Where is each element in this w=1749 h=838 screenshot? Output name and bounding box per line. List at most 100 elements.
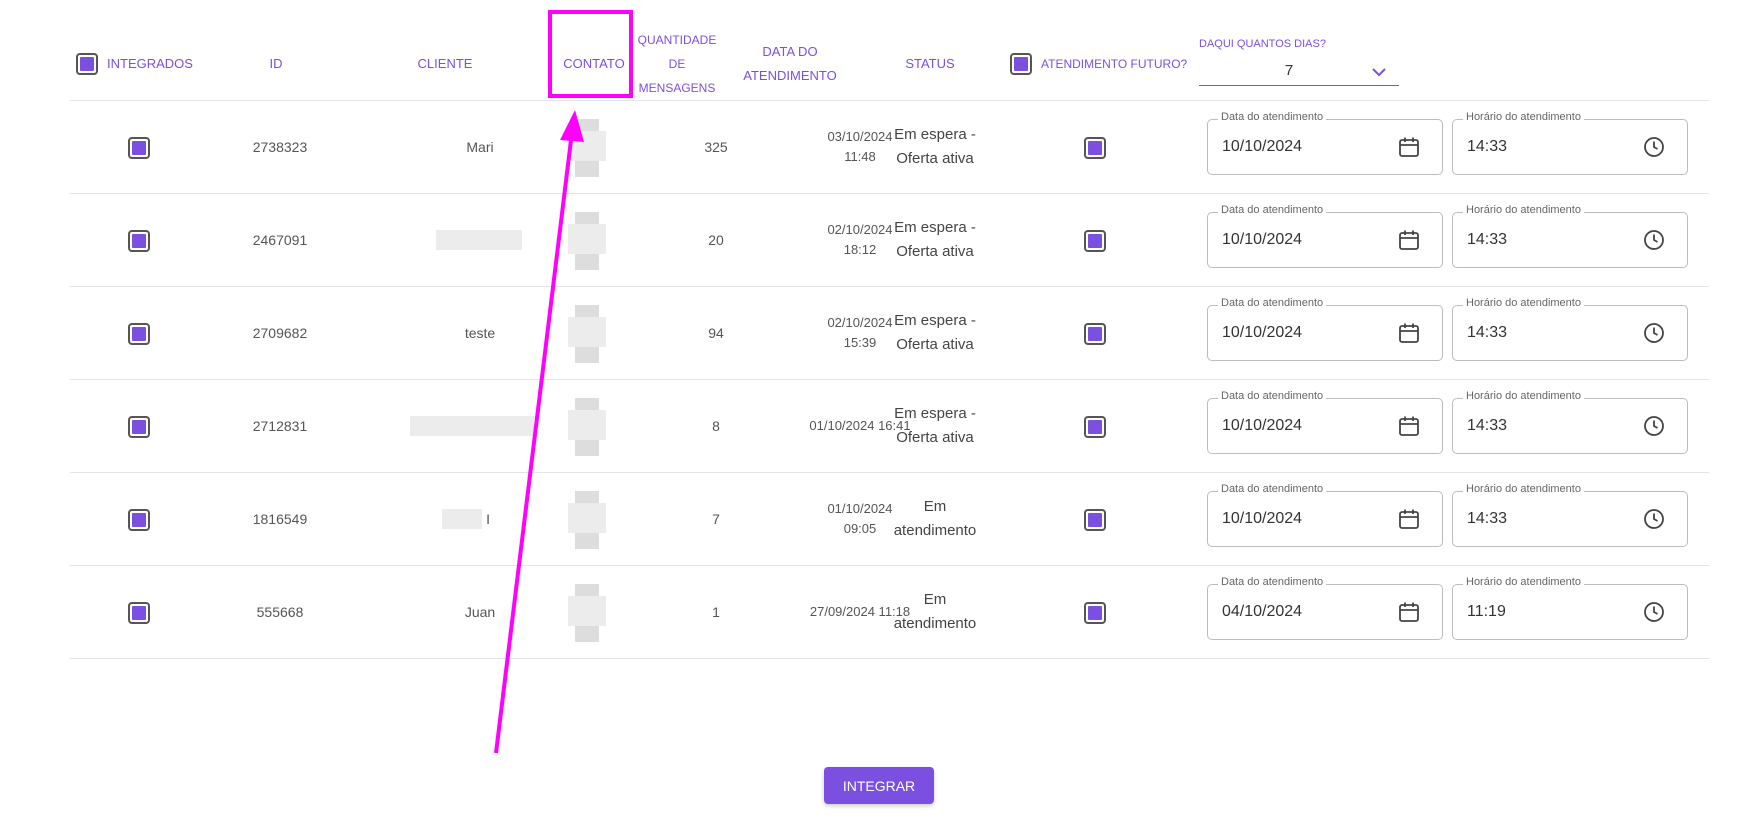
- integrado-checkbox[interactable]: [128, 137, 150, 159]
- horario-atendimento-label: Horário do atendimento: [1463, 204, 1584, 216]
- data-atendimento-value: 04/10/2024: [1222, 603, 1303, 620]
- calendar-icon[interactable]: [1398, 601, 1420, 623]
- header-atendimento-futuro: ATENDIMENTO FUTURO?: [1041, 57, 1188, 71]
- horario-atendimento-field[interactable]: Horário do atendimento 14:33: [1452, 297, 1688, 361]
- clock-icon[interactable]: [1643, 136, 1665, 158]
- atendimento-futuro-checkbox[interactable]: [1084, 509, 1106, 531]
- daqui-quantos-dias-select[interactable]: 7: [1199, 60, 1399, 86]
- horario-atendimento-value: 14:33: [1467, 510, 1508, 527]
- integrado-checkbox[interactable]: [128, 230, 150, 252]
- integrado-checkbox[interactable]: [128, 323, 150, 345]
- horario-atendimento-label: Horário do atendimento: [1463, 111, 1584, 123]
- row-quantidade: 8: [712, 418, 720, 434]
- header-id: ID: [269, 56, 283, 71]
- atendimento-futuro-checkbox[interactable]: [1084, 323, 1106, 345]
- row-cliente: Mari: [466, 139, 494, 155]
- daqui-quantos-dias-value: 7: [1284, 62, 1294, 79]
- row-id: 555668: [256, 604, 304, 620]
- data-atendimento-field[interactable]: Data do atendimento 10/10/2024: [1207, 483, 1443, 547]
- row-cliente: Juan: [464, 604, 496, 620]
- table-header: INTEGRADOS ID CLIENTE CONTATO QUANTIDADE…: [0, 0, 1749, 100]
- row-id: 2738323: [252, 139, 308, 155]
- table-row: 2467091 Letícia I 20 02/10/2024 18:12 Em…: [70, 193, 1709, 286]
- table-row: 1816549 Flip I 7 01/10/2024 09:05 Em ate…: [70, 472, 1709, 565]
- atendimento-futuro-checkbox[interactable]: [1084, 137, 1106, 159]
- redacted-contato-edge: [568, 410, 606, 440]
- horario-atendimento-value: 14:33: [1467, 231, 1508, 248]
- redacted-contato-edge: [568, 596, 606, 626]
- select-all-integrados-checkbox[interactable]: [76, 53, 98, 75]
- horario-atendimento-field[interactable]: Horário do atendimento 11:19: [1452, 576, 1688, 640]
- row-id: 1816549: [252, 511, 308, 527]
- data-atendimento-value: 10/10/2024: [1222, 417, 1303, 434]
- horario-atendimento-field[interactable]: Horário do atendimento 14:33: [1452, 483, 1688, 547]
- horario-atendimento-label: Horário do atendimento: [1463, 576, 1584, 588]
- clock-icon[interactable]: [1643, 508, 1665, 530]
- redacted-cliente: [436, 230, 522, 250]
- horario-atendimento-value: 11:19: [1467, 603, 1506, 620]
- row-id: 2712831: [252, 418, 308, 434]
- data-atendimento-value: 10/10/2024: [1222, 138, 1303, 155]
- row-quantidade: 94: [708, 325, 724, 341]
- row-quantidade: 325: [704, 139, 728, 155]
- calendar-icon[interactable]: [1398, 415, 1420, 437]
- data-atendimento-field[interactable]: Data do atendimento 10/10/2024: [1207, 297, 1443, 361]
- data-atendimento-field[interactable]: Data do atendimento 04/10/2024: [1207, 576, 1443, 640]
- row-status: Em espera - Oferta ativa: [894, 219, 976, 260]
- integrado-checkbox[interactable]: [128, 416, 150, 438]
- clock-icon[interactable]: [1643, 415, 1665, 437]
- calendar-icon[interactable]: [1398, 136, 1420, 158]
- table-row: 555668 Juan 1 27/09/2024 11:18 Em atendi…: [70, 565, 1709, 658]
- row-id: 2467091: [252, 232, 308, 248]
- data-atendimento-label: Data do atendimento: [1218, 390, 1327, 402]
- header-cliente: CLIENTE: [417, 56, 473, 71]
- clock-icon[interactable]: [1643, 229, 1665, 251]
- horario-atendimento-field[interactable]: Horário do atendimento 14:33: [1452, 111, 1688, 175]
- chevron-down-icon: [1372, 68, 1386, 77]
- row-status: Em espera - Oferta ativa: [894, 312, 976, 353]
- data-atendimento-label: Data do atendimento: [1218, 204, 1327, 216]
- clock-icon[interactable]: [1643, 322, 1665, 344]
- table-row: 2738323 Mari 325 03/10/2024 11:48 Em esp…: [70, 100, 1709, 193]
- daqui-quantos-dias-label: DAQUI QUANTOS DIAS?: [1199, 38, 1326, 50]
- horario-atendimento-field[interactable]: Horário do atendimento 14:33: [1452, 204, 1688, 268]
- clock-icon[interactable]: [1643, 601, 1665, 623]
- header-integrados: INTEGRADOS: [107, 56, 193, 71]
- data-atendimento-field[interactable]: Data do atendimento 10/10/2024: [1207, 390, 1443, 454]
- contato-highlight-annotation: [548, 10, 633, 98]
- select-all-atendimento-futuro-checkbox[interactable]: [1010, 53, 1032, 75]
- table-row: 2709682 teste 94 02/10/2024 15:39 Em esp…: [70, 286, 1709, 379]
- table-bottom-divider: [70, 658, 1709, 659]
- redacted-contato-edge: [568, 224, 606, 254]
- row-status: Em espera - Oferta ativa: [894, 405, 976, 446]
- horario-atendimento-label: Horário do atendimento: [1463, 483, 1584, 495]
- redacted-cliente: [410, 416, 534, 436]
- calendar-icon[interactable]: [1398, 508, 1420, 530]
- horario-atendimento-label: Horário do atendimento: [1463, 297, 1584, 309]
- data-atendimento-field[interactable]: Data do atendimento 10/10/2024: [1207, 204, 1443, 268]
- redacted-cliente: [442, 509, 482, 529]
- atendimento-futuro-checkbox[interactable]: [1084, 416, 1106, 438]
- calendar-icon[interactable]: [1398, 229, 1420, 251]
- data-atendimento-label: Data do atendimento: [1218, 483, 1327, 495]
- integrar-button[interactable]: INTEGRAR: [824, 767, 934, 804]
- atendimento-futuro-checkbox[interactable]: [1084, 602, 1106, 624]
- row-status: Em espera - Oferta ativa: [894, 126, 976, 167]
- row-id: 2709682: [252, 325, 308, 341]
- data-atendimento-label: Data do atendimento: [1218, 297, 1327, 309]
- row-quantidade: 20: [708, 232, 724, 248]
- data-atendimento-label: Data do atendimento: [1218, 111, 1327, 123]
- header-status: STATUS: [905, 56, 955, 71]
- row-quantidade: 7: [712, 511, 720, 527]
- horario-atendimento-value: 14:33: [1467, 138, 1508, 155]
- data-atendimento-field[interactable]: Data do atendimento 10/10/2024: [1207, 111, 1443, 175]
- calendar-icon[interactable]: [1398, 322, 1420, 344]
- horario-atendimento-field[interactable]: Horário do atendimento 14:33: [1452, 390, 1688, 454]
- integrado-checkbox[interactable]: [128, 602, 150, 624]
- data-atendimento-label: Data do atendimento: [1218, 576, 1327, 588]
- horario-atendimento-label: Horário do atendimento: [1463, 390, 1584, 402]
- integrado-checkbox[interactable]: [128, 509, 150, 531]
- row-cliente: teste: [464, 325, 496, 341]
- atendimento-futuro-checkbox[interactable]: [1084, 230, 1106, 252]
- header-quantidade: QUANTIDADE DE MENSAGENS: [637, 33, 717, 95]
